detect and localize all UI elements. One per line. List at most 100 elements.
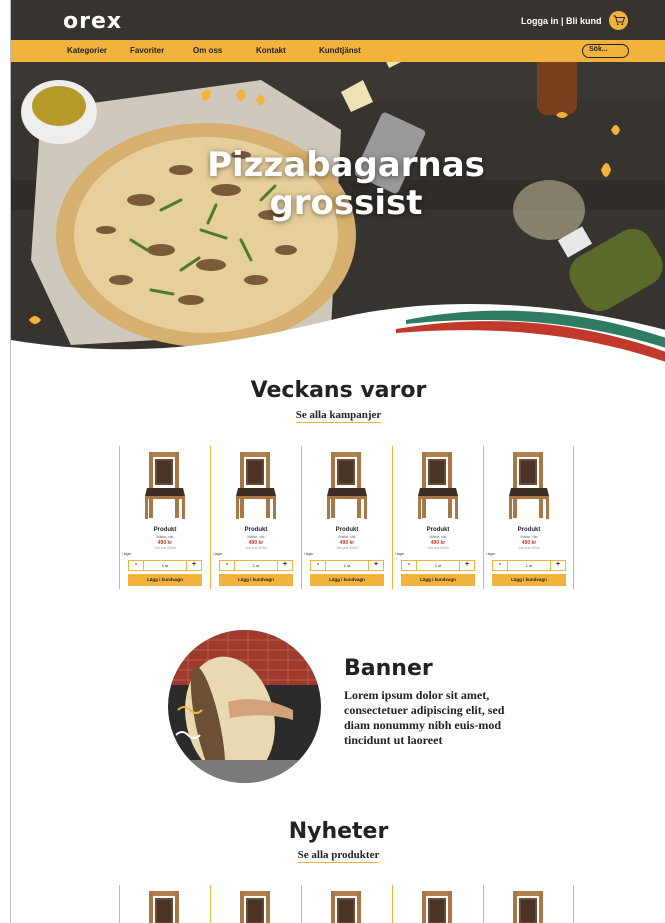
quantity-input[interactable]: 1 st [143, 561, 187, 570]
increase-button[interactable]: + [460, 561, 474, 570]
quantity-input[interactable]: 1 st [507, 561, 551, 570]
product-card[interactable]: Produkt Märke, vikt 490 kr Jmf pris 000k… [301, 446, 392, 589]
product-image [331, 891, 361, 923]
decrease-button[interactable]: - [493, 561, 507, 570]
add-to-cart-button[interactable]: Lägg i kundvagn [128, 574, 202, 586]
product-image-wrap[interactable] [502, 450, 556, 522]
add-to-cart-button[interactable]: Lägg i kundvagn [310, 574, 384, 586]
page: orex Logga in | Bli kund Kategorier Favo… [10, 0, 665, 923]
main-nav: Kategorier Favoriter Om oss Kontakt Kund… [11, 40, 665, 62]
hero-title-line1: Pizzabagarnas [207, 145, 485, 185]
decrease-button[interactable]: - [311, 561, 325, 570]
product-card[interactable]: Produkt Märke, vikt 490 kr Jmf pris 000k… [392, 446, 483, 589]
decrease-button[interactable]: - [220, 561, 234, 570]
news-title: Nyheter [288, 819, 389, 844]
product-image-wrap[interactable] [411, 889, 465, 923]
news-products [119, 885, 574, 923]
product-card[interactable] [301, 885, 392, 923]
product-brand: Märke, vikt [338, 535, 356, 539]
product-card[interactable]: Produkt Märke, vikt 490 kr Jmf pris 000k… [483, 446, 574, 589]
product-image [240, 891, 270, 923]
product-name[interactable]: Produkt [302, 527, 392, 533]
add-to-cart-button[interactable]: Lägg i kundvagn [219, 574, 293, 586]
product-image-wrap[interactable] [138, 450, 192, 522]
quantity-stepper: - 1 st + [128, 560, 202, 571]
product-brand: Märke, vikt [247, 535, 265, 539]
product-stock: i lager [486, 552, 496, 556]
decrease-button[interactable]: - [129, 561, 143, 570]
search-input[interactable]: Sök... [582, 44, 629, 58]
nav-kontakt[interactable]: Kontakt [256, 46, 286, 55]
product-compare-price: Jmf pris 000kr [245, 546, 267, 550]
quantity-stepper: - 1 st + [492, 560, 566, 571]
product-brand: Märke, vikt [429, 535, 447, 539]
product-image [422, 891, 452, 923]
nav-kategorier[interactable]: Kategorier [67, 46, 107, 55]
logo[interactable]: orex [63, 9, 122, 34]
product-compare-price: Jmf pris 000kr [427, 546, 449, 550]
weekly-link-text[interactable]: Se alla kampanjer [295, 409, 382, 423]
product-image-wrap[interactable] [320, 889, 374, 923]
product-compare-price: Jmf pris 000kr [518, 546, 540, 550]
quantity-input[interactable]: 1 st [416, 561, 460, 570]
product-stock: i lager [122, 552, 132, 556]
product-name[interactable]: Produkt [484, 527, 574, 533]
banner-image [168, 630, 321, 783]
banner-title: Banner [344, 656, 433, 681]
product-image [149, 891, 179, 923]
product-image-wrap[interactable] [229, 450, 283, 522]
product-image-wrap[interactable] [138, 889, 192, 923]
product-image [513, 891, 543, 923]
increase-button[interactable]: + [187, 561, 201, 570]
weekly-title: Veckans varor [250, 378, 427, 403]
add-to-cart-button[interactable]: Lägg i kundvagn [492, 574, 566, 586]
quantity-input[interactable]: 1 st [325, 561, 369, 570]
increase-button[interactable]: + [278, 561, 292, 570]
product-image [509, 452, 549, 519]
hero: orex Logga in | Bli kund Kategorier Favo… [11, 0, 665, 370]
product-image-wrap[interactable] [229, 889, 283, 923]
nav-om-oss[interactable]: Om oss [193, 46, 222, 55]
nav-kundtjanst[interactable]: Kundtjänst [319, 46, 361, 55]
product-card[interactable]: Produkt Märke, vikt 490 kr Jmf pris 000k… [119, 446, 210, 589]
product-image-wrap[interactable] [320, 450, 374, 522]
product-card[interactable] [210, 885, 301, 923]
product-stock: i lager [395, 552, 405, 556]
increase-button[interactable]: + [551, 561, 565, 570]
quantity-stepper: - 1 st + [219, 560, 293, 571]
increase-button[interactable]: + [369, 561, 383, 570]
product-compare-price: Jmf pris 000kr [336, 546, 358, 550]
product-card[interactable] [119, 885, 210, 923]
product-name[interactable]: Produkt [120, 527, 210, 533]
quantity-input[interactable]: 1 st [234, 561, 278, 570]
news-link-text[interactable]: Se alla produkter [297, 849, 380, 863]
banner-photo [168, 630, 321, 783]
cart-icon [613, 15, 625, 26]
cart-button[interactable] [609, 11, 628, 30]
product-compare-price: Jmf pris 000kr [154, 546, 176, 550]
decrease-button[interactable]: - [402, 561, 416, 570]
product-card[interactable] [392, 885, 483, 923]
weekly-products: Produkt Märke, vikt 490 kr Jmf pris 000k… [119, 446, 574, 589]
product-name[interactable]: Produkt [211, 527, 301, 533]
quantity-stepper: - 1 st + [401, 560, 475, 571]
product-card[interactable]: Produkt Märke, vikt 490 kr Jmf pris 000k… [210, 446, 301, 589]
product-image [327, 452, 367, 519]
product-image-wrap[interactable] [502, 889, 556, 923]
top-bar: orex Logga in | Bli kund [11, 0, 665, 40]
quantity-stepper: - 1 st + [310, 560, 384, 571]
product-image [145, 452, 185, 519]
banner-text: Lorem ipsum dolor sit amet, consectetuer… [344, 688, 505, 747]
add-to-cart-button[interactable]: Lägg i kundvagn [401, 574, 475, 586]
product-image-wrap[interactable] [411, 450, 465, 522]
product-name[interactable]: Produkt [393, 527, 483, 533]
weekly-link[interactable]: Se alla kampanjer [11, 409, 665, 423]
product-image [236, 452, 276, 519]
product-card[interactable] [483, 885, 574, 923]
product-stock: i lager [213, 552, 223, 556]
nav-favoriter[interactable]: Favoriter [130, 46, 164, 55]
news-link[interactable]: Se alla produkter [11, 849, 665, 863]
product-stock: i lager [304, 552, 314, 556]
product-brand: Märke, vikt [156, 535, 174, 539]
login-link[interactable]: Logga in | Bli kund [521, 16, 602, 26]
